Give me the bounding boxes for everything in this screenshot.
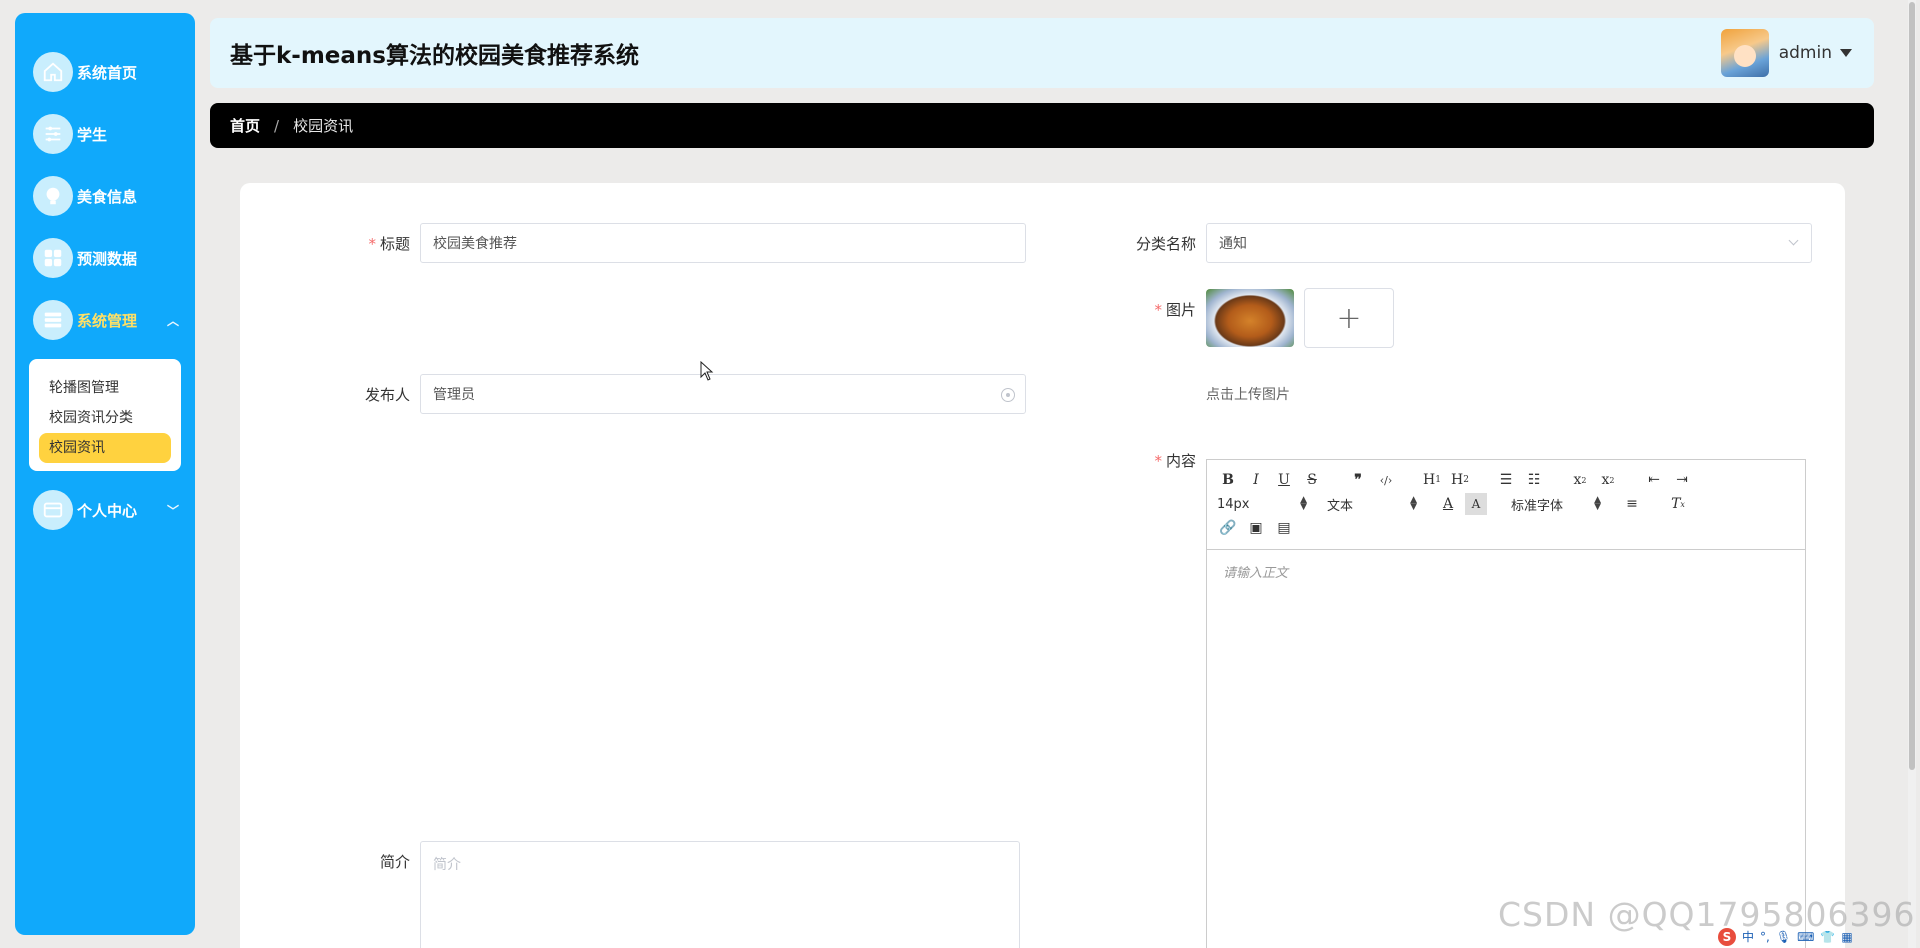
username: admin — [1778, 43, 1832, 63]
grid-icon — [33, 238, 73, 278]
clear-icon[interactable] — [1001, 388, 1015, 402]
submenu-item-news[interactable]: 校园资讯 — [39, 433, 171, 463]
upload-button[interactable]: + — [1304, 288, 1394, 348]
category-value: 通知 — [1219, 236, 1247, 252]
sidebar-item-label: 系统首页 — [77, 63, 138, 82]
punctuation-icon[interactable]: °, — [1760, 930, 1770, 944]
header: 基于k-means算法的校园美食推荐系统 admin — [210, 18, 1874, 88]
align-icon[interactable]: ≡ — [1621, 493, 1643, 515]
title-input[interactable]: 校园美食推荐 — [420, 223, 1026, 263]
summary-label: 简介 — [379, 853, 410, 871]
rich-text-editor: B I U S ❞ ‹/› H1 H2 ☰ ☷ x2 x2 ⇤ ⇥ 14px ▲… — [1206, 459, 1806, 948]
title-label: * 标题 — [368, 235, 410, 253]
microphone-icon[interactable]: 🎙 — [1776, 930, 1791, 944]
upload-hint: 点击上传图片 — [1206, 387, 1290, 403]
ime-mode[interactable]: 中 — [1742, 928, 1754, 945]
ime-tray: S 中 °, 🎙 ⌨ 👕 ▦ — [1718, 925, 1918, 948]
breadcrumb-current: 校园资讯 — [293, 117, 354, 135]
category-select[interactable]: 通知 — [1206, 223, 1812, 263]
sidebar-item-label: 学生 — [77, 125, 108, 144]
chevron-down-icon — [1788, 235, 1799, 246]
sidebar-item-students[interactable]: 学生 — [15, 103, 195, 165]
subscript-icon[interactable]: x2 — [1569, 469, 1591, 491]
home-icon — [33, 52, 73, 92]
sidebar-item-label: 系统管理 — [77, 311, 138, 330]
chevron-down-icon: ﹀ — [166, 503, 179, 518]
plus-icon: + — [1336, 300, 1362, 336]
form-card: * 标题 校园美食推荐 分类名称 通知 * 图片 + 点击上传图片 发布人 管理员 … — [240, 183, 1845, 948]
underline-icon[interactable]: U — [1273, 469, 1295, 491]
menu-icon — [33, 300, 73, 340]
uploaded-food-image[interactable] — [1206, 289, 1294, 347]
apps-icon[interactable]: ▦ — [1841, 930, 1852, 944]
submenu-item-news-category[interactable]: 校园资讯分类 — [39, 403, 171, 433]
breadcrumb-home[interactable]: 首页 — [230, 115, 260, 136]
sogou-icon[interactable]: S — [1718, 927, 1736, 946]
card-icon — [33, 490, 73, 530]
sidebar-item-label: 预测数据 — [77, 249, 138, 268]
sliders-icon — [33, 114, 73, 154]
updown-icon: ▲ ▼ — [1300, 495, 1307, 512]
skin-icon[interactable]: 👕 — [1820, 930, 1835, 944]
font-size-select[interactable]: 14px ▲ ▼ — [1217, 493, 1307, 515]
heading1-icon[interactable]: H1 — [1421, 469, 1443, 491]
code-icon[interactable]: ‹/› — [1375, 469, 1397, 491]
video-icon[interactable]: ▤ — [1273, 517, 1295, 539]
bold-icon[interactable]: B — [1217, 469, 1239, 491]
sidebar: 系统首页 学生 美食信息 预测数据 系统管理 ︿ 轮播图管理 校园资讯分类 校园… — [15, 13, 195, 935]
indent-icon[interactable]: ⇥ — [1671, 469, 1693, 491]
updown-icon: ▲ ▼ — [1410, 495, 1417, 512]
heading2-icon[interactable]: H2 — [1449, 469, 1471, 491]
category-label: 分类名称 — [1135, 235, 1196, 253]
mouse-cursor-icon — [700, 361, 714, 381]
system-management-submenu: 轮播图管理 校园资讯分类 校园资讯 — [29, 359, 181, 471]
publisher-value: 管理员 — [433, 387, 475, 403]
background-color-icon[interactable]: A — [1465, 493, 1487, 515]
breadcrumb-separator: / — [274, 116, 280, 135]
sidebar-item-label: 美食信息 — [77, 187, 138, 206]
outdent-icon[interactable]: ⇤ — [1643, 469, 1665, 491]
user-menu[interactable]: admin — [1720, 29, 1852, 77]
sidebar-item-personal-center[interactable]: 个人中心 ﹀ — [15, 479, 195, 541]
editor-toolbar: B I U S ❞ ‹/› H1 H2 ☰ ☷ x2 x2 ⇤ ⇥ 14px ▲… — [1207, 460, 1805, 550]
paragraph-select[interactable]: 文本 ▲ ▼ — [1327, 493, 1417, 515]
superscript-icon[interactable]: x2 — [1597, 469, 1619, 491]
updown-icon: ▲ ▼ — [1594, 495, 1601, 512]
link-icon[interactable]: 🔗 — [1217, 517, 1239, 539]
editor-content[interactable]: 请输入正文 — [1207, 550, 1805, 593]
strikethrough-icon[interactable]: S — [1301, 469, 1323, 491]
image-icon[interactable]: ▣ — [1245, 517, 1267, 539]
keyboard-icon[interactable]: ⌨ — [1797, 930, 1814, 944]
sidebar-item-system-management[interactable]: 系统管理 ︿ — [15, 289, 195, 351]
image-label: * 图片 — [1154, 301, 1196, 319]
font-color-icon[interactable]: A — [1437, 493, 1459, 515]
font-family-select[interactable]: 标准字体 ▲ ▼ — [1511, 493, 1601, 515]
sidebar-item-home[interactable]: 系统首页 — [15, 41, 195, 103]
scrollbar-thumb[interactable] — [1909, 2, 1915, 770]
sidebar-item-label: 个人中心 — [77, 501, 138, 520]
avatar[interactable] — [1720, 29, 1769, 77]
content-label: * 内容 — [1154, 452, 1196, 470]
italic-icon[interactable]: I — [1245, 469, 1267, 491]
sidebar-item-prediction[interactable]: 预测数据 — [15, 227, 195, 289]
clear-format-icon[interactable]: Tx — [1667, 493, 1689, 515]
ordered-list-icon[interactable]: ☰ — [1495, 469, 1517, 491]
submenu-item-carousel[interactable]: 轮播图管理 — [39, 373, 171, 403]
summary-textarea[interactable]: 简介 — [420, 841, 1020, 948]
breadcrumb: 首页 / 校园资讯 — [210, 103, 1874, 148]
caret-down-icon — [1840, 49, 1852, 57]
bullet-list-icon[interactable]: ☷ — [1523, 469, 1545, 491]
publisher-label: 发布人 — [364, 386, 410, 404]
publisher-input[interactable]: 管理员 — [420, 374, 1026, 414]
blockquote-icon[interactable]: ❞ — [1347, 469, 1369, 491]
sidebar-item-food-info[interactable]: 美食信息 — [15, 165, 195, 227]
page-title: 基于k-means算法的校园美食推荐系统 — [230, 43, 639, 69]
chevron-up-icon: ︿ — [166, 313, 179, 328]
bulb-icon — [33, 176, 73, 216]
